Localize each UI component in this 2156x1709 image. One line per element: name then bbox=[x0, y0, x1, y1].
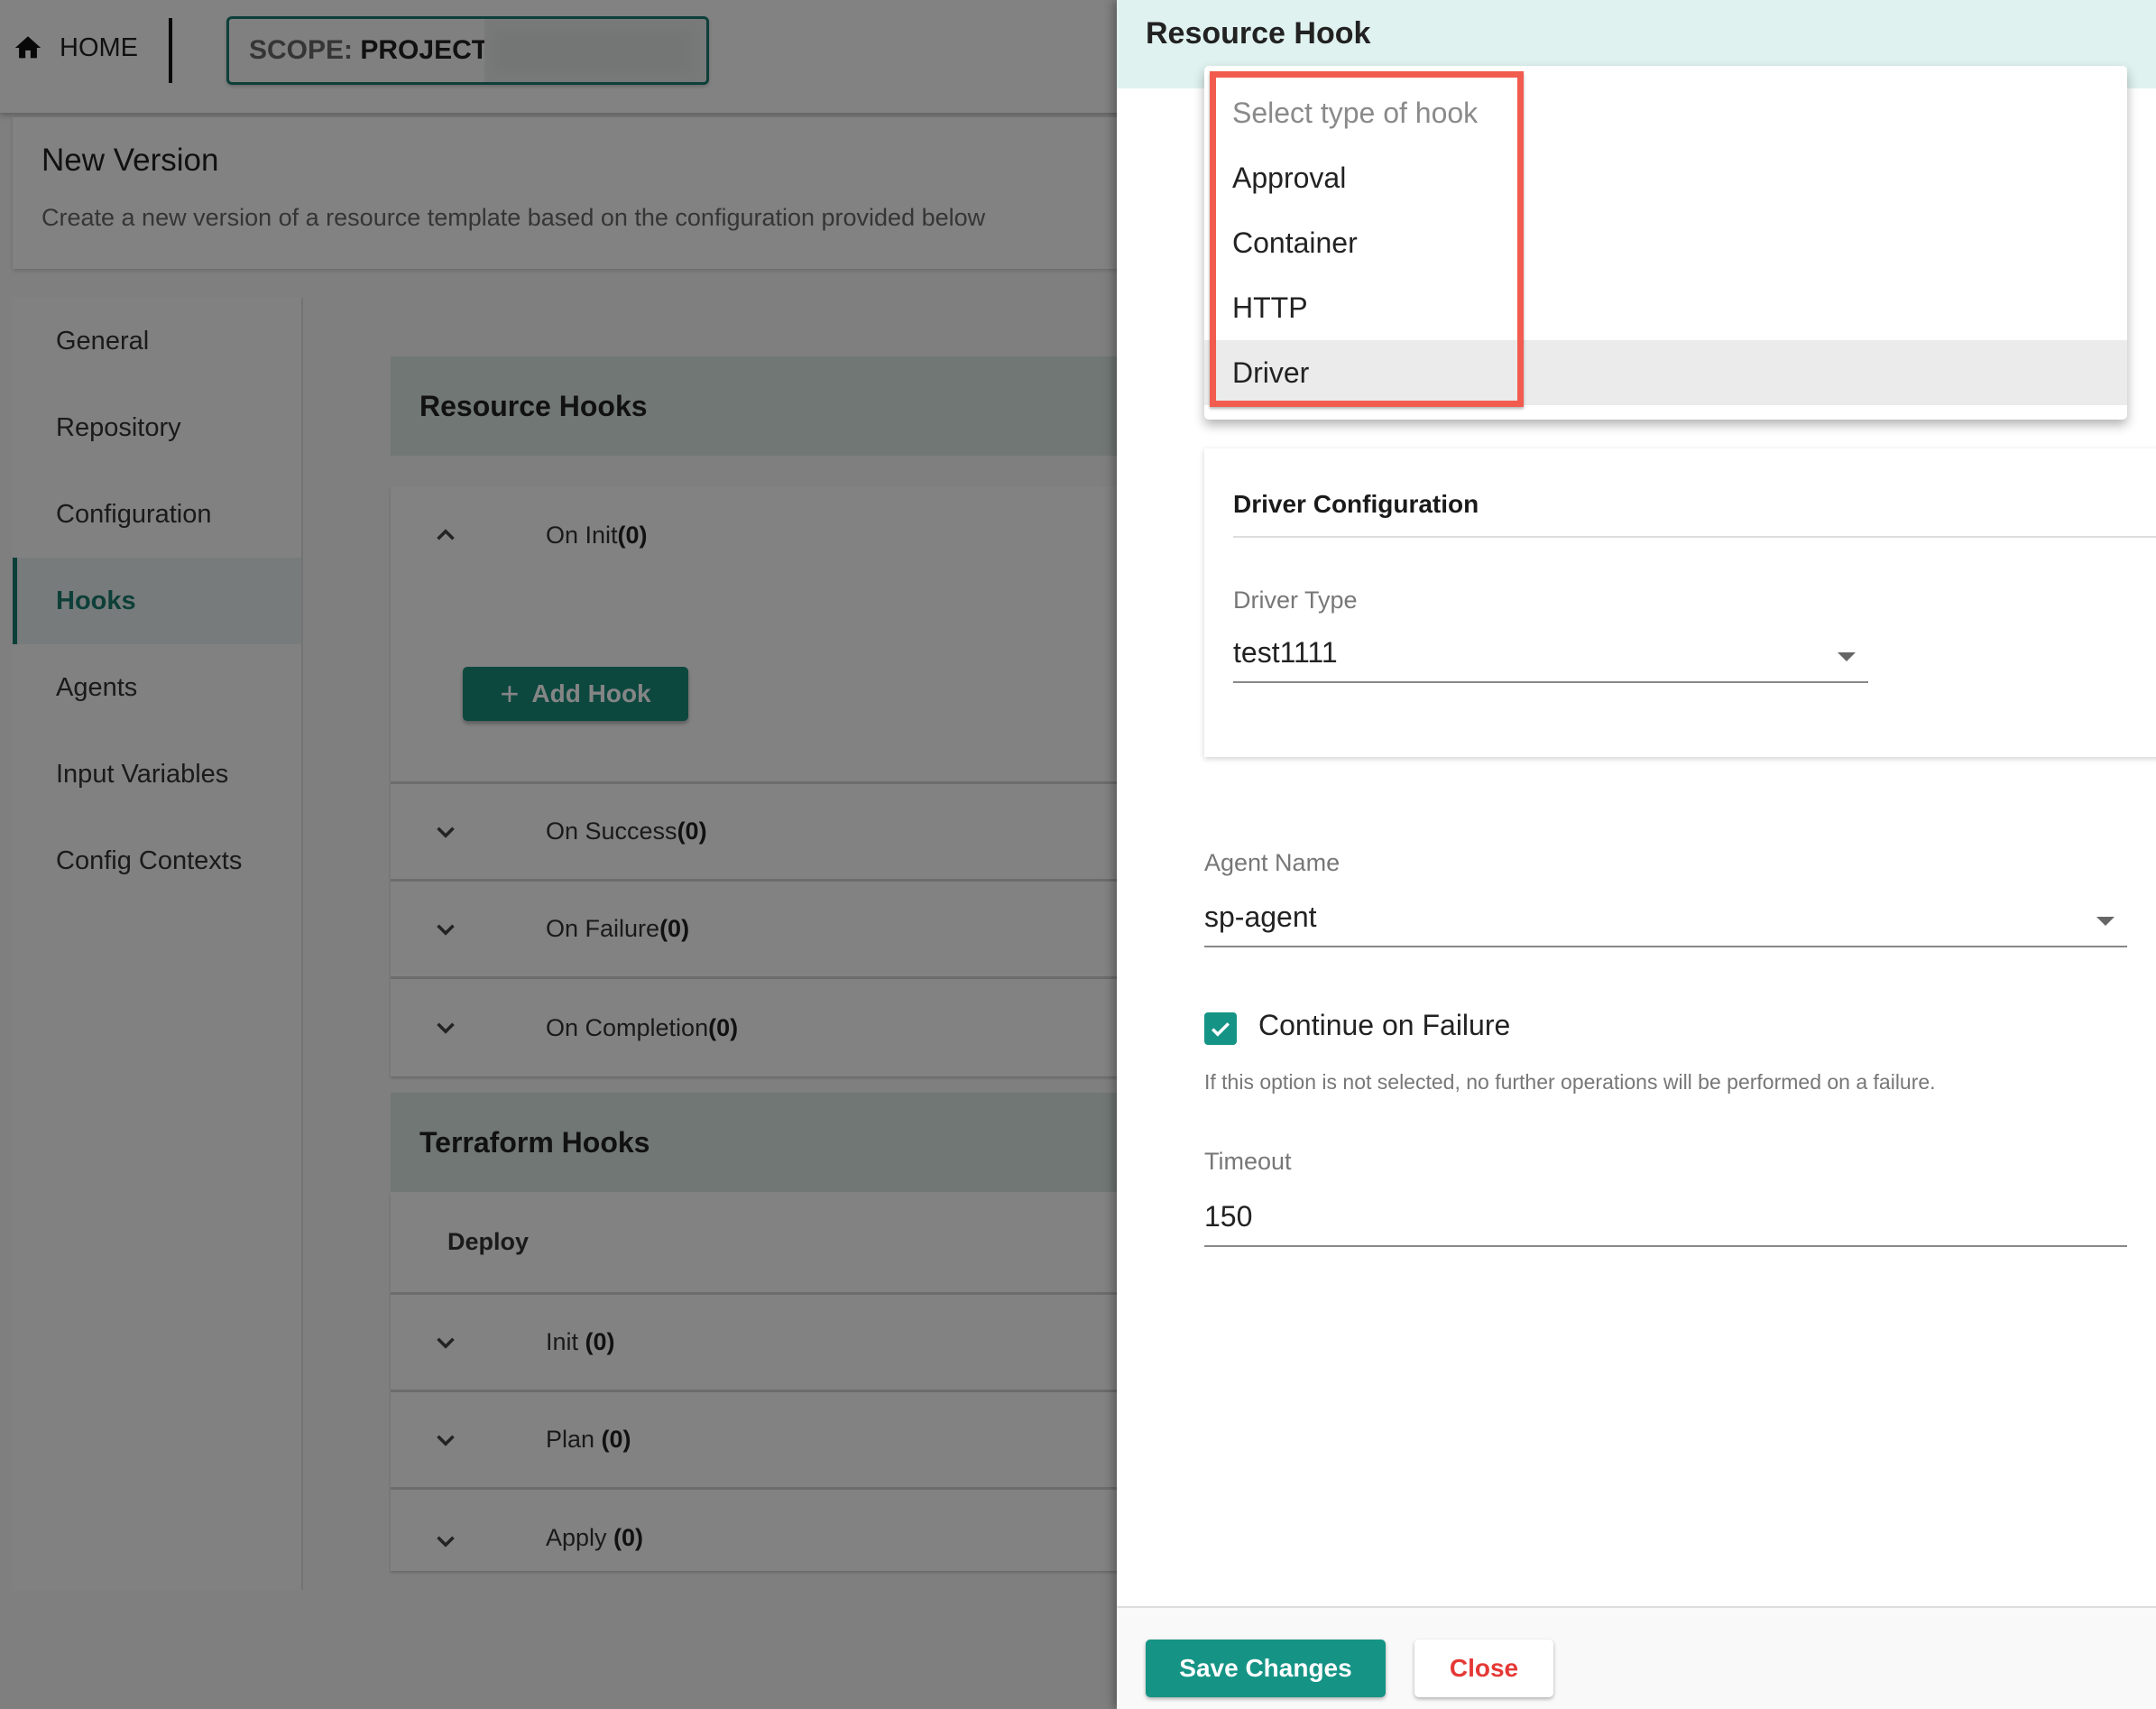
field-underline bbox=[1204, 1245, 2127, 1247]
hook-type-menu: Select type of hook Approval Container H… bbox=[1204, 66, 2127, 420]
menu-item-approval[interactable]: Approval bbox=[1204, 145, 2127, 210]
divider bbox=[1233, 536, 2156, 538]
field-underline bbox=[1233, 681, 1868, 683]
driver-type-label: Driver Type bbox=[1233, 587, 1358, 614]
dropdown-caret-icon bbox=[1838, 652, 1856, 661]
dropdown-caret-icon bbox=[2096, 917, 2115, 926]
checkmark-icon bbox=[1212, 1022, 1230, 1037]
agent-name-label: Agent Name bbox=[1204, 849, 1341, 876]
continue-on-failure-help: If this option is not selected, no furth… bbox=[1204, 1070, 1936, 1094]
agent-name-value: sp-agent bbox=[1204, 901, 1317, 933]
menu-item-container[interactable]: Container bbox=[1204, 210, 2127, 275]
driver-type-value: test1111 bbox=[1233, 636, 1338, 669]
panel-footer: Save Changes Close bbox=[1117, 1606, 2156, 1709]
driver-type-select[interactable]: test1111 bbox=[1233, 629, 1868, 683]
menu-item-placeholder[interactable]: Select type of hook bbox=[1204, 80, 2127, 145]
continue-on-failure-label[interactable]: Continue on Failure bbox=[1258, 1009, 1510, 1042]
agent-name-select[interactable]: sp-agent bbox=[1204, 893, 2127, 947]
field-underline bbox=[1204, 946, 2127, 947]
close-button[interactable]: Close bbox=[1414, 1640, 1553, 1697]
menu-item-http[interactable]: HTTP bbox=[1204, 275, 2127, 340]
timeout-input[interactable]: 150 bbox=[1204, 1193, 2127, 1247]
driver-configuration-title: Driver Configuration bbox=[1233, 490, 1479, 518]
timeout-label: Timeout bbox=[1204, 1148, 1292, 1175]
menu-item-driver[interactable]: Driver bbox=[1204, 340, 2127, 405]
continue-on-failure-checkbox[interactable] bbox=[1204, 1012, 1237, 1045]
driver-configuration-card: Driver Configuration Driver Type test111… bbox=[1204, 448, 2156, 757]
save-changes-button[interactable]: Save Changes bbox=[1146, 1640, 1386, 1697]
timeout-value: 150 bbox=[1204, 1200, 1253, 1233]
